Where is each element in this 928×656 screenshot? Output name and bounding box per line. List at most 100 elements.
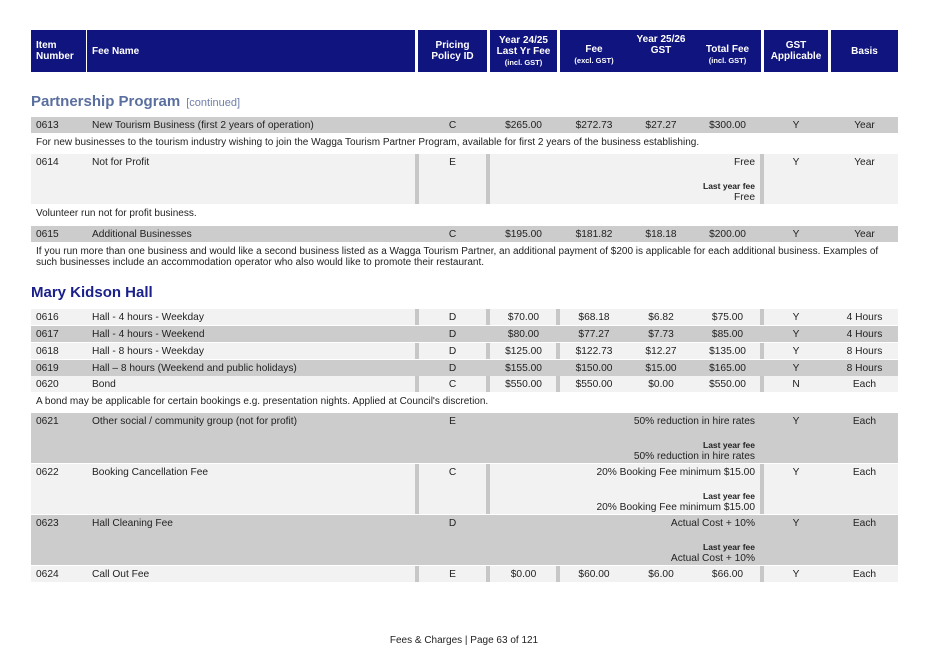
table-cell: D [448,329,457,340]
table-cell: 20% Booking Fee minimum $15.00 [596,467,755,478]
table-cell: $60.00 [578,569,610,580]
table-cell: $195.00 [505,229,542,240]
table-cell: Y [792,416,800,427]
table-cell: Hall Cleaning Fee [92,518,173,529]
table-row: 0624 Call Out Fee E $0.00 $60.00 $6.00 $… [31,566,898,582]
table-header: Item Number Fee Name Pricing Policy ID Y… [31,30,898,72]
table-cell: Y [792,120,800,131]
table-cell: $300.00 [709,120,746,131]
header-last-yr-fee: Year 24/25 Last Yr Fee (incl. GST) [490,30,557,72]
table-cell: Y [792,518,800,529]
table-cell: Free [734,157,755,168]
table-cell: Y [792,329,800,340]
table-cell: 8 Hours [846,363,883,374]
table-cell: Each [852,569,877,580]
table-row: 0619 Hall – 8 hours (Weekend and public … [31,360,898,376]
table-cell: Year [854,157,875,168]
table-cell: E [449,157,456,168]
table-cell: $80.00 [507,329,540,340]
table-cell: $12.27 [645,346,677,357]
table-cell: 50% reduction in hire rates [633,416,755,427]
table-cell: Last year fee [703,542,755,552]
table-cell: Y [792,312,800,323]
table-cell: $181.82 [575,229,613,240]
table-cell: $0.00 [648,379,674,390]
header-total-fee: Total Fee (incl. GST) [705,44,750,66]
table-cell: E [449,569,456,580]
table-row: 0617 Hall - 4 hours - Weekend D $80.00 $… [31,326,898,342]
table-cell: $550.00 [575,379,613,390]
table-cell: Each [852,379,877,390]
table-row: 0615 Additional Businesses C $195.00 $18… [31,226,898,242]
table-cell: Year [854,229,875,240]
table-cell: 0623 [36,518,59,529]
table-cell: Y [792,467,800,478]
table-cell: 0613 [36,120,59,131]
section-title-mary-kidson-hall: Mary Kidson Hall [31,284,153,301]
table-cell: Bond [92,379,116,390]
table-cell: Each [852,518,877,529]
table-cell: 0617 [36,329,59,340]
table-row: 0614 Not for Profit E Free Last year fee… [31,154,898,204]
table-cell: Additional Businesses [92,229,192,240]
table-cell: C [448,467,457,478]
table-cell: $165.00 [709,363,746,374]
table-cell: $6.00 [648,569,674,580]
table-cell: Actual Cost + 10% [670,518,755,529]
table-cell: $6.82 [648,312,674,323]
table-cell: E [449,416,456,427]
table-cell: 0624 [36,569,59,580]
table-cell: $272.73 [575,120,613,131]
table-cell: 4 Hours [846,312,883,323]
table-cell: $265.00 [505,120,542,131]
table-cell: Last year fee [703,181,755,191]
table-row: 0616 Hall - 4 hours - Weekday D $70.00 $… [31,309,898,325]
table-cell: 50% reduction in hire rates [633,451,755,462]
table-cell: $77.27 [578,329,610,340]
table-cell: 8 Hours [846,346,883,357]
table-cell: 0615 [36,229,59,240]
table-cell: 0622 [36,467,59,478]
table-cell: $125.00 [505,346,542,357]
table-cell: Booking Cancellation Fee [92,467,209,478]
table-cell: $150.00 [575,363,613,374]
table-cell: Free [734,192,755,203]
table-cell: $7.73 [648,329,674,340]
table-cell: C [448,229,457,240]
table-row: 0621 Other social / community group (not… [31,413,898,463]
table-cell: Last year fee [703,491,755,501]
table-cell: Hall - 8 hours - Weekday [92,346,204,357]
table-cell: Actual Cost + 10% [670,553,755,564]
table-cell: 0619 [36,363,59,374]
table-cell: Call Out Fee [92,569,150,580]
table-cell: Last year fee [703,440,755,450]
table-cell: $135.00 [709,346,746,357]
table-cell: Hall – 8 hours (Weekend and public holid… [92,363,297,374]
table-cell: Not for Profit [92,157,150,168]
table-cell: N [792,379,800,390]
table-cell: New Tourism Business (first 2 years of o… [92,120,314,131]
table-cell: Each [852,416,877,427]
table-cell: Y [792,157,800,168]
header-basis: Basis [831,30,898,72]
table-cell: $68.18 [578,312,610,323]
row-note: Volunteer run not for profit business. [36,208,197,219]
header-item-number: Item Number [31,30,86,72]
table-row: 0618 Hall - 8 hours - Weekday D $125.00 … [31,343,898,359]
table-cell: Hall - 4 hours - Weekend [92,329,205,340]
table-cell: 0621 [36,416,59,427]
table-cell: $66.00 [711,569,744,580]
table-cell: $550.00 [505,379,542,390]
table-cell: $75.00 [711,312,744,323]
table-cell: Other social / community group (not for … [92,416,297,427]
table-cell: $155.00 [505,363,542,374]
table-cell: $15.00 [645,363,677,374]
row-note: If you run more than one business and wo… [36,246,879,268]
table-cell: Y [792,346,800,357]
table-row: 0622 Booking Cancellation Fee C 20% Book… [31,464,898,514]
table-cell: $27.27 [645,120,677,131]
row-note: For new businesses to the tourism indust… [36,137,700,148]
table-cell: D [448,312,457,323]
table-row: 0613 New Tourism Business (first 2 years… [31,117,898,133]
table-cell: 0620 [36,379,59,390]
